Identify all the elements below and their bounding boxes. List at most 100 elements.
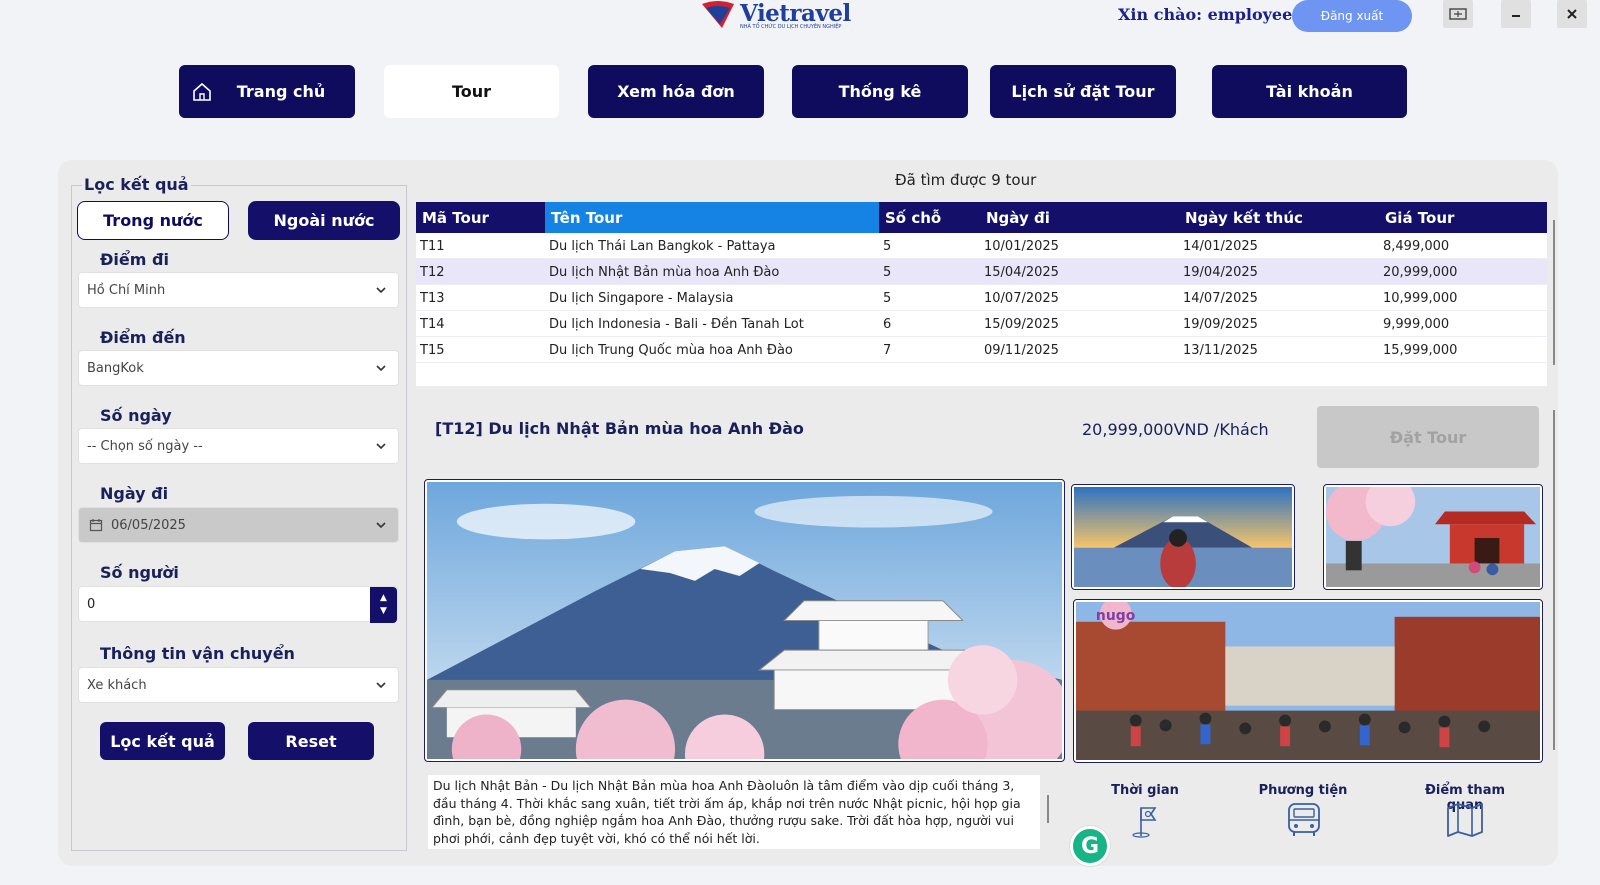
chevron-down-icon: [376, 682, 386, 689]
home-icon: [193, 82, 211, 101]
detail-scrollbar[interactable]: [1553, 410, 1555, 750]
book-tour-button[interactable]: Đặt Tour: [1317, 406, 1539, 468]
table-row-selected[interactable]: T12 Du lịch Nhật Bản mùa hoa Anh Đào 5 1…: [416, 259, 1547, 285]
cell-price: 10,999,000: [1383, 290, 1458, 306]
description-scrollbar[interactable]: [1047, 795, 1049, 823]
market-street-image: nugo: [1076, 602, 1540, 760]
chevron-down-icon: [376, 522, 386, 529]
nav-booking-history[interactable]: Lịch sử đặt Tour: [990, 65, 1176, 118]
nav-statistics-label: Thống kê: [838, 82, 922, 101]
days-label: Số ngày: [100, 406, 172, 425]
col-start-date[interactable]: Ngày đi: [980, 202, 1179, 233]
departure-select[interactable]: Hồ Chí Minh: [78, 272, 399, 308]
col-seats[interactable]: Số chỗ: [879, 202, 980, 233]
logo-mark-icon: [702, 1, 734, 28]
tour-thumb-1[interactable]: [1071, 484, 1295, 590]
table-row[interactable]: T11 Du lịch Thái Lan Bangkok - Pattaya 5…: [416, 233, 1547, 259]
fuji-castle-image: [427, 482, 1062, 759]
cell-price: 15,999,000: [1383, 342, 1458, 358]
cell-price: 20,999,000: [1383, 264, 1458, 280]
cell-seats: 5: [883, 264, 892, 280]
cell-price: 8,499,000: [1383, 238, 1450, 254]
cell-seats: 6: [883, 316, 892, 332]
cell-end: 13/11/2025: [1183, 342, 1258, 358]
tour-main-image: [424, 479, 1065, 762]
transport-select[interactable]: Xe khách: [78, 667, 399, 703]
logout-button[interactable]: Đăng xuất: [1292, 0, 1412, 32]
tour-thumb-3[interactable]: nugo: [1073, 599, 1543, 763]
logo-text: Vietravel: [740, 0, 851, 27]
cell-name: Du lịch Nhật Bản mùa hoa Anh Đào: [549, 264, 780, 280]
nav-invoices[interactable]: Xem hóa đơn: [588, 65, 764, 118]
departure-value: Hồ Chí Minh: [87, 282, 166, 298]
cell-start: 09/11/2025: [984, 342, 1059, 358]
nav-invoices-label: Xem hóa đơn: [617, 82, 735, 101]
fuji-lake-image: [1074, 487, 1292, 587]
reset-button[interactable]: Reset: [248, 722, 374, 760]
cell-seats: 5: [883, 238, 892, 254]
increment-icon[interactable]: ▲: [380, 592, 387, 605]
nav-statistics[interactable]: Thống kê: [792, 65, 968, 118]
table-row[interactable]: T14 Du lịch Indonesia - Bali - Đền Tanah…: [416, 311, 1547, 337]
destination-select[interactable]: BangKok: [78, 350, 399, 386]
chevron-down-icon: [376, 365, 386, 372]
date-value: 06/05/2025: [111, 517, 186, 533]
filter-title: Lọc kết quả: [82, 175, 191, 194]
tab-domestic[interactable]: Trong nước: [77, 201, 229, 240]
stepper-buttons[interactable]: ▲ ▼: [370, 587, 397, 623]
col-end-date[interactable]: Ngày kết thúc: [1179, 202, 1379, 233]
results-count: Đã tìm được 9 tour: [895, 171, 1037, 189]
cell-start: 10/07/2025: [984, 290, 1059, 306]
minimize-icon[interactable]: [1501, 0, 1531, 28]
cell-end: 14/01/2025: [1183, 238, 1258, 254]
cell-code: T12: [420, 264, 445, 280]
cell-start: 15/04/2025: [984, 264, 1059, 280]
close-icon[interactable]: [1557, 0, 1587, 28]
col-tour-code[interactable]: Mã Tour: [416, 202, 545, 233]
cell-price: 9,999,000: [1383, 316, 1450, 332]
greeting: Xin chào: employee2: [1118, 5, 1304, 24]
map-icon: [1447, 803, 1483, 837]
info-time-sub: [1120, 840, 1180, 848]
cell-code: T14: [420, 316, 445, 332]
nav-tour[interactable]: Tour: [384, 65, 559, 118]
vietravel-logo: Vietravel NHÀ TỔ CHỨC DU LỊCH CHUYÊN NGH…: [700, 0, 870, 34]
logo-tagline: NHÀ TỔ CHỨC DU LỊCH CHUYÊN NGHIỆP: [740, 24, 842, 30]
nav-booking-history-label: Lịch sử đặt Tour: [1011, 82, 1155, 101]
cell-name: Du lịch Trung Quốc mùa hoa Anh Đào: [549, 342, 793, 358]
grammarly-icon[interactable]: G: [1070, 826, 1110, 866]
people-stepper[interactable]: 0 ▲ ▼: [78, 586, 398, 623]
cell-start: 10/01/2025: [984, 238, 1059, 254]
tour-thumb-2[interactable]: [1323, 484, 1543, 590]
screen-icon[interactable]: [1443, 0, 1473, 28]
table-scrollbar[interactable]: [1553, 220, 1555, 365]
cell-seats: 7: [883, 342, 892, 358]
table-row[interactable]: T15 Du lịch Trung Quốc mùa hoa Anh Đào 7…: [416, 337, 1547, 363]
cell-seats: 5: [883, 290, 892, 306]
people-label: Số người: [100, 563, 179, 582]
nav-tour-label: Tour: [451, 82, 492, 101]
col-tour-name[interactable]: Tên Tour: [545, 202, 879, 233]
destination-value: BangKok: [87, 360, 144, 376]
days-select[interactable]: -- Chọn số ngày --: [78, 428, 399, 464]
decrement-icon[interactable]: ▼: [380, 605, 387, 618]
chevron-down-icon: [376, 287, 386, 294]
transport-label: Thông tin vận chuyển: [100, 644, 295, 663]
people-value: 0: [87, 596, 96, 612]
cell-end: 14/07/2025: [1183, 290, 1258, 306]
table-row[interactable]: T13 Du lịch Singapore - Malaysia 5 10/07…: [416, 285, 1547, 311]
info-sights-sub: [1450, 840, 1480, 848]
cell-end: 19/04/2025: [1183, 264, 1258, 280]
tour-description[interactable]: Du lịch Nhật Bản - Du lịch Nhật Bản mùa …: [428, 775, 1040, 849]
filter-button[interactable]: Lọc kết quả: [100, 722, 225, 760]
col-price[interactable]: Giá Tour: [1379, 202, 1547, 233]
tab-foreign[interactable]: Ngoài nước: [248, 201, 400, 240]
date-label: Ngày đi: [100, 484, 169, 503]
cell-code: T11: [420, 238, 445, 254]
date-picker[interactable]: 06/05/2025: [78, 507, 399, 543]
nav-account[interactable]: Tài khoản: [1212, 65, 1407, 118]
cell-name: Du lịch Indonesia - Bali - Đền Tanah Lot: [549, 316, 804, 332]
nav-home[interactable]: Trang chủ: [179, 65, 355, 118]
transport-value: Xe khách: [87, 677, 147, 693]
departure-label: Điểm đi: [100, 250, 169, 269]
